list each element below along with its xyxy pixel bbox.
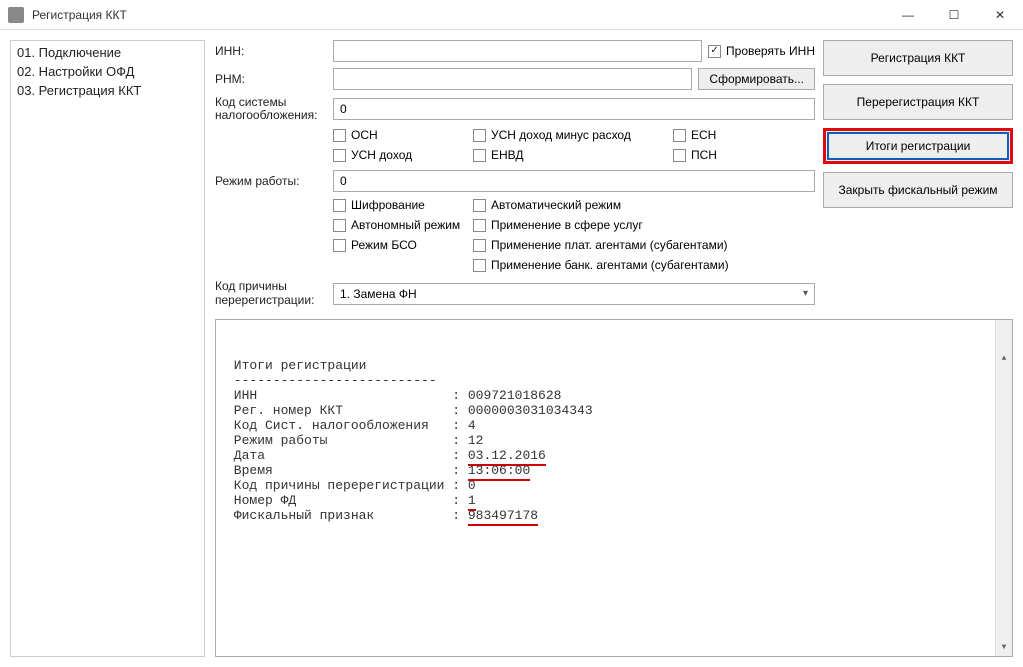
rereg-label: Код причины перерегистрации: (215, 280, 327, 306)
scrollbar-vertical[interactable]: ▲ ▼ (995, 320, 1012, 656)
register-button[interactable]: Регистрация ККТ (823, 40, 1013, 76)
chk-osn[interactable]: ОСН (333, 128, 473, 142)
chk-envd[interactable]: ЕНВД (473, 148, 673, 162)
window-title: Регистрация ККТ (32, 8, 885, 22)
close-button[interactable]: ✕ (977, 0, 1023, 30)
rnm-label: РНМ: (215, 72, 327, 86)
output-pane[interactable]: Итоги регистрации ----------------------… (215, 319, 1013, 657)
tax-code-label: Код системы налогообложения: (215, 96, 327, 122)
sidebar-item-connection[interactable]: 01. Подключение (13, 43, 202, 62)
chk-cipher[interactable]: Шифрование (333, 198, 473, 212)
inn-input[interactable] (333, 40, 702, 62)
results-button[interactable]: Итоги регистрации (823, 128, 1013, 164)
chk-psn[interactable]: ПСН (673, 148, 783, 162)
generate-button[interactable]: Сформировать... (698, 68, 815, 90)
rnm-input[interactable] (333, 68, 692, 90)
inn-label: ИНН: (215, 44, 327, 58)
sidebar-item-registration[interactable]: 03. Регистрация ККТ (13, 81, 202, 100)
sidebar-item-ofd[interactable]: 02. Настройки ОФД (13, 62, 202, 81)
scroll-up-icon[interactable]: ▲ (996, 350, 1012, 367)
minimize-button[interactable]: — (885, 0, 931, 30)
chk-bso[interactable]: Режим БСО (333, 238, 473, 252)
check-inn-checkbox[interactable]: Проверять ИНН (708, 44, 815, 58)
maximize-button[interactable]: ☐ (931, 0, 977, 30)
close-fiscal-button[interactable]: Закрыть фискальный режим (823, 172, 1013, 208)
scroll-down-icon[interactable]: ▼ (996, 639, 1012, 656)
chk-plat[interactable]: Применение плат. агентами (субагентами) (473, 238, 815, 252)
output-text: Итоги регистрации ----------------------… (226, 358, 1002, 523)
chk-usn-dmr[interactable]: УСН доход минус расход (473, 128, 673, 142)
titlebar: Регистрация ККТ — ☐ ✕ (0, 0, 1023, 30)
reregister-button[interactable]: Перерегистрация ККТ (823, 84, 1013, 120)
chk-auto[interactable]: Автоматический режим (473, 198, 815, 212)
chk-esn[interactable]: ЕСН (673, 128, 783, 142)
chk-autonom[interactable]: Автономный режим (333, 218, 473, 232)
chk-services[interactable]: Применение в сфере услуг (473, 218, 815, 232)
app-icon (8, 7, 24, 23)
rereg-select[interactable]: 1. Замена ФН ▾ (333, 283, 815, 305)
chk-bank[interactable]: Применение банк. агентами (субагентами) (473, 258, 815, 272)
chevron-down-icon: ▾ (803, 288, 808, 299)
mode-value[interactable]: 0 (333, 170, 815, 192)
check-inn-label: Проверять ИНН (726, 44, 815, 58)
chk-usn-d[interactable]: УСН доход (333, 148, 473, 162)
check-icon (708, 45, 721, 58)
sidebar: 01. Подключение 02. Настройки ОФД 03. Ре… (10, 40, 205, 657)
tax-code-value[interactable]: 0 (333, 98, 815, 120)
mode-label: Режим работы: (215, 174, 327, 188)
window-controls: — ☐ ✕ (885, 0, 1023, 30)
